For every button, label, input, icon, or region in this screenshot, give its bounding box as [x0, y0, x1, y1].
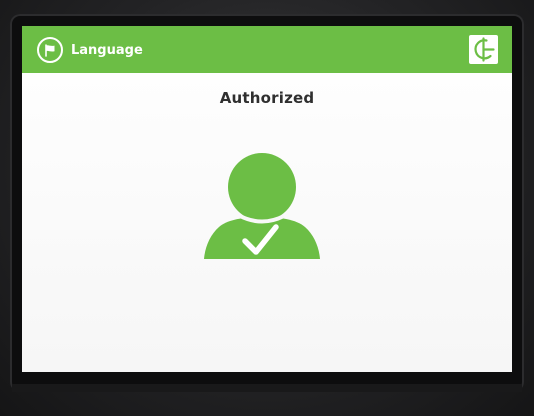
status-title: Authorized [219, 89, 315, 107]
display-screen: Language Authorized [22, 26, 512, 372]
language-button[interactable]: Language [37, 35, 143, 65]
header-bar: Language [22, 26, 512, 73]
brand-logo-icon [469, 35, 498, 64]
user-check-icon [202, 153, 322, 263]
language-label: Language [71, 42, 143, 58]
flag-icon [37, 37, 63, 63]
bezel-bottom-edge [12, 384, 522, 392]
